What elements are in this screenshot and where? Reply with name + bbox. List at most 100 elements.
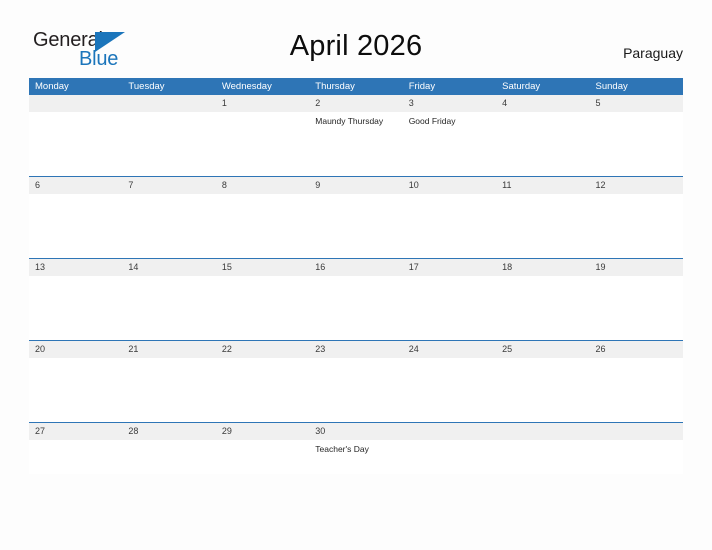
- day-number[interactable]: [403, 423, 496, 440]
- day-number[interactable]: 27: [29, 423, 122, 440]
- day-cell[interactable]: [590, 112, 683, 176]
- day-number[interactable]: 25: [496, 341, 589, 358]
- week-event-band: [29, 358, 683, 422]
- day-number[interactable]: 22: [216, 341, 309, 358]
- day-cell[interactable]: [496, 276, 589, 340]
- day-number[interactable]: 30: [309, 423, 402, 440]
- day-cell[interactable]: [590, 276, 683, 340]
- day-number[interactable]: 29: [216, 423, 309, 440]
- week-row: 27 28 29 30 Teacher's Day: [29, 422, 683, 474]
- day-number[interactable]: [122, 95, 215, 112]
- week-row: 6 7 8 9 10 11 12: [29, 176, 683, 258]
- day-number[interactable]: 13: [29, 259, 122, 276]
- week-number-band: 1 2 3 4 5: [29, 95, 683, 112]
- weekday-header-wednesday: Wednesday: [221, 81, 272, 92]
- day-number[interactable]: 7: [122, 177, 215, 194]
- week-number-band: 20 21 22 23 24 25 26: [29, 341, 683, 358]
- day-cell[interactable]: [309, 276, 402, 340]
- day-number[interactable]: 16: [309, 259, 402, 276]
- day-number[interactable]: 23: [309, 341, 402, 358]
- day-cell[interactable]: [309, 358, 402, 422]
- day-number[interactable]: 2: [309, 95, 402, 112]
- day-cell[interactable]: Good Friday: [403, 112, 496, 176]
- day-cell[interactable]: [122, 112, 215, 176]
- week-event-band: [29, 276, 683, 340]
- week-number-band: 13 14 15 16 17 18 19: [29, 259, 683, 276]
- weekday-header-tuesday: Tuesday: [128, 81, 165, 92]
- day-cell[interactable]: [590, 440, 683, 474]
- day-cell[interactable]: Teacher's Day: [309, 440, 402, 474]
- day-cell[interactable]: [403, 276, 496, 340]
- day-cell[interactable]: [496, 194, 589, 258]
- day-cell[interactable]: [403, 194, 496, 258]
- day-cell[interactable]: [216, 440, 309, 474]
- week-row: 20 21 22 23 24 25 26: [29, 340, 683, 422]
- page-header: General Blue April 2026 Paraguay: [0, 0, 712, 78]
- day-cell[interactable]: [403, 358, 496, 422]
- day-cell[interactable]: [122, 440, 215, 474]
- event-label: Good Friday: [408, 116, 456, 126]
- day-cell[interactable]: [590, 194, 683, 258]
- day-cell[interactable]: [309, 194, 402, 258]
- day-number[interactable]: [496, 423, 589, 440]
- day-cell[interactable]: [403, 440, 496, 474]
- day-cell[interactable]: [29, 112, 122, 176]
- day-cell[interactable]: [216, 194, 309, 258]
- day-number[interactable]: 5: [590, 95, 683, 112]
- day-cell[interactable]: [29, 358, 122, 422]
- day-cell[interactable]: [122, 358, 215, 422]
- day-number[interactable]: 24: [403, 341, 496, 358]
- day-cell[interactable]: [29, 276, 122, 340]
- weekday-header-saturday: Saturday: [502, 81, 541, 92]
- week-row: 13 14 15 16 17 18 19: [29, 258, 683, 340]
- day-number[interactable]: [29, 95, 122, 112]
- country-label: Paraguay: [623, 45, 683, 61]
- calendar-page: General Blue April 2026 Paraguay Monday …: [0, 0, 712, 550]
- day-number[interactable]: 20: [29, 341, 122, 358]
- day-number[interactable]: 26: [590, 341, 683, 358]
- day-number[interactable]: 12: [590, 177, 683, 194]
- day-cell[interactable]: [122, 276, 215, 340]
- weekday-header-row: Monday Tuesday Wednesday Thursday Friday…: [29, 78, 683, 95]
- day-cell[interactable]: [29, 194, 122, 258]
- day-cell[interactable]: [29, 440, 122, 474]
- day-cell[interactable]: [216, 358, 309, 422]
- day-number[interactable]: 14: [122, 259, 215, 276]
- weekday-header-thursday: Thursday: [315, 81, 355, 92]
- day-number[interactable]: 15: [216, 259, 309, 276]
- week-event-band: Maundy Thursday Good Friday: [29, 112, 683, 176]
- day-number[interactable]: 6: [29, 177, 122, 194]
- day-cell[interactable]: [590, 358, 683, 422]
- day-number[interactable]: 19: [590, 259, 683, 276]
- day-number[interactable]: 10: [403, 177, 496, 194]
- weekday-header-sunday: Sunday: [595, 81, 628, 92]
- day-cell[interactable]: [496, 112, 589, 176]
- week-event-band: [29, 194, 683, 258]
- day-number[interactable]: 11: [496, 177, 589, 194]
- day-number[interactable]: 3: [403, 95, 496, 112]
- day-number[interactable]: 17: [403, 259, 496, 276]
- day-cell[interactable]: [496, 440, 589, 474]
- day-cell[interactable]: [496, 358, 589, 422]
- day-cell[interactable]: [216, 276, 309, 340]
- day-number[interactable]: 4: [496, 95, 589, 112]
- day-number[interactable]: 1: [216, 95, 309, 112]
- page-title: April 2026: [289, 30, 423, 62]
- day-number[interactable]: 21: [122, 341, 215, 358]
- event-label: Teacher's Day: [315, 444, 369, 454]
- weekday-header-friday: Friday: [408, 81, 436, 92]
- day-number[interactable]: 28: [122, 423, 215, 440]
- day-cell[interactable]: Maundy Thursday: [309, 112, 402, 176]
- calendar-grid: Monday Tuesday Wednesday Thursday Friday…: [29, 78, 683, 474]
- day-number[interactable]: [590, 423, 683, 440]
- day-number[interactable]: 8: [216, 177, 309, 194]
- week-number-band: 27 28 29 30: [29, 423, 683, 440]
- week-row: 1 2 3 4 5 Maundy Thursday Good Friday: [29, 95, 683, 176]
- week-number-band: 6 7 8 9 10 11 12: [29, 177, 683, 194]
- day-cell[interactable]: [216, 112, 309, 176]
- event-label: Maundy Thursday: [315, 116, 384, 126]
- week-event-band: Teacher's Day: [29, 440, 683, 474]
- day-number[interactable]: 18: [496, 259, 589, 276]
- day-cell[interactable]: [122, 194, 215, 258]
- day-number[interactable]: 9: [309, 177, 402, 194]
